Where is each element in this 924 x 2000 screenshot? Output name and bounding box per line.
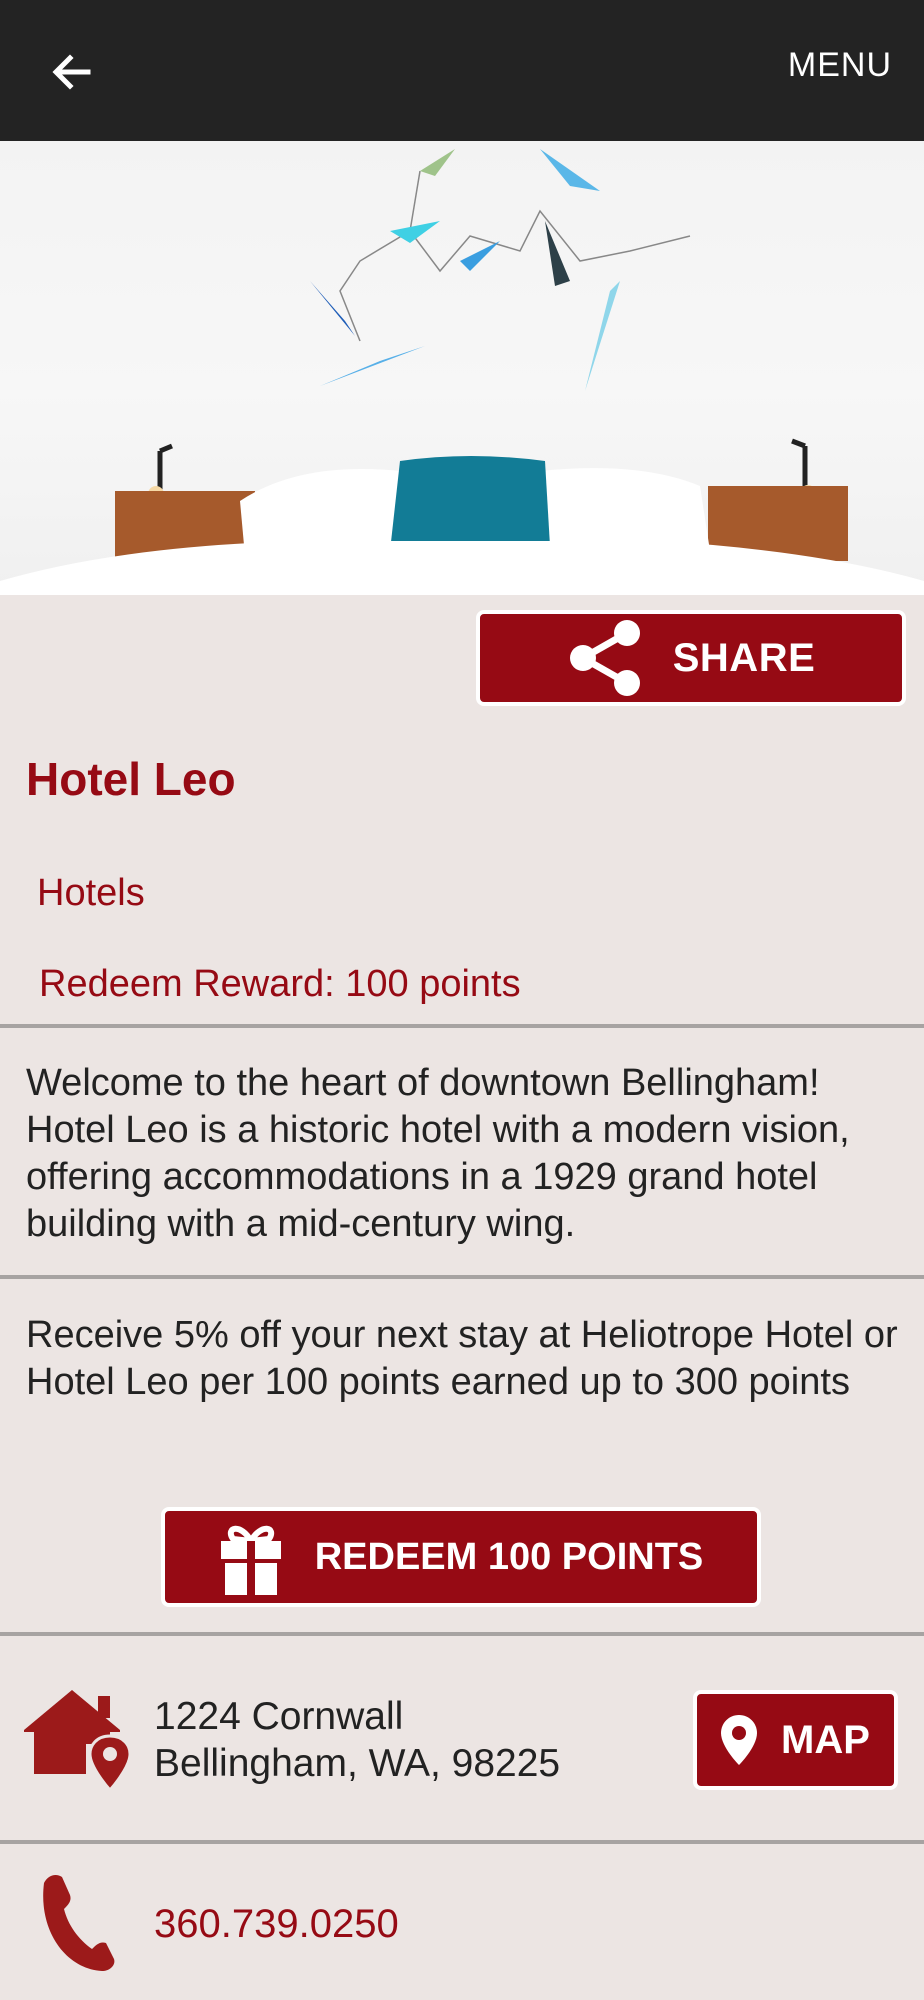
back-button[interactable] bbox=[40, 40, 104, 104]
redeem-points-button[interactable]: REDEEM 100 POINTS bbox=[161, 1507, 761, 1607]
map-pin-icon bbox=[721, 1715, 758, 1765]
divider bbox=[0, 1840, 924, 1844]
offer-text: Receive 5% off your next stay at Heliotr… bbox=[26, 1314, 898, 1403]
hotel-room-photo bbox=[0, 141, 924, 595]
divider bbox=[0, 1024, 924, 1028]
address-line-2: Bellingham, WA, 98225 bbox=[154, 1742, 561, 1785]
arrow-left-icon bbox=[52, 54, 91, 90]
menu-button[interactable]: MENU bbox=[788, 46, 892, 85]
listing-title: Hotel Leo bbox=[26, 753, 236, 805]
share-icon bbox=[569, 620, 640, 696]
address-line-1: 1224 Cornwall bbox=[154, 1695, 404, 1738]
share-button[interactable]: SHARE bbox=[476, 610, 906, 706]
gift-icon bbox=[220, 1525, 281, 1595]
listing-category: Hotels bbox=[37, 872, 145, 914]
redeem-label: REDEEM 100 POINTS bbox=[314, 1535, 704, 1578]
divider bbox=[0, 1275, 924, 1279]
top-app-bar: MENU bbox=[0, 0, 924, 141]
home-location-icon bbox=[24, 1690, 130, 1790]
reward-text: Redeem Reward: 100 points bbox=[39, 963, 521, 1005]
map-label: MAP bbox=[781, 1717, 870, 1762]
phone-number-link[interactable]: 360.739.0250 bbox=[154, 1902, 399, 1947]
divider bbox=[0, 1632, 924, 1636]
phone-icon bbox=[43, 1875, 115, 1971]
description-text: Welcome to the heart of downtown Belling… bbox=[26, 1062, 850, 1245]
share-label: SHARE bbox=[672, 635, 816, 680]
map-button[interactable]: MAP bbox=[693, 1690, 898, 1790]
